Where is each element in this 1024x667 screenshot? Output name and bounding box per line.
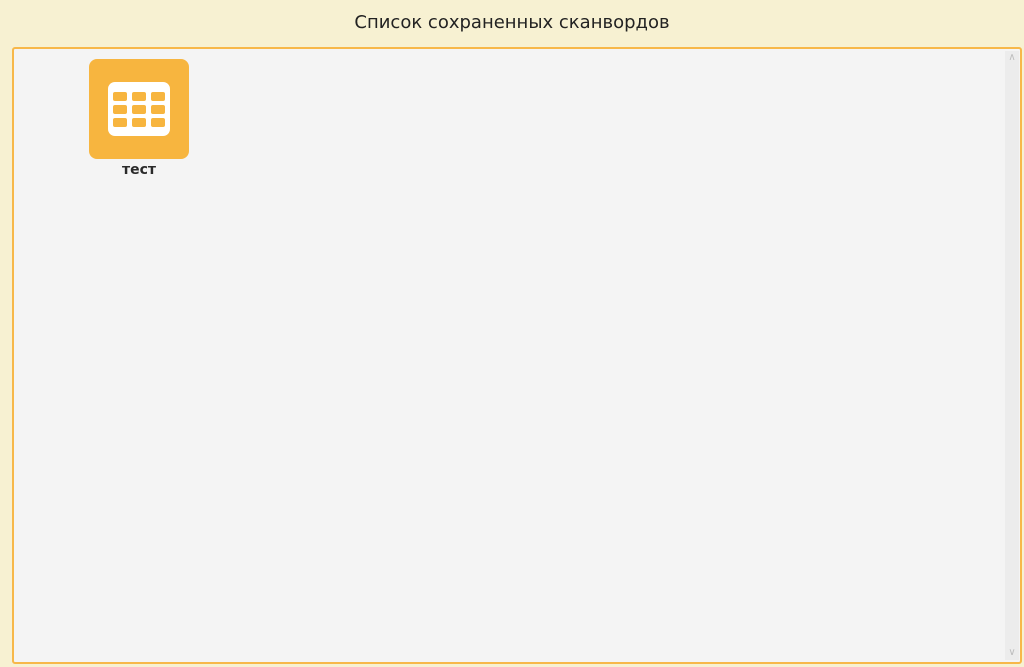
- scanword-tile[interactable]: [89, 59, 189, 159]
- saved-scanwords-list[interactable]: тест ∧ ∨: [12, 47, 1022, 664]
- page-title: Список сохраненных сканвордов: [354, 12, 670, 33]
- app-window: Список сохраненных сканвордов тест ∧ ∨: [0, 0, 1024, 667]
- vertical-scrollbar[interactable]: ∧ ∨: [1005, 51, 1019, 660]
- list-item[interactable]: тест: [88, 59, 190, 178]
- grid-icon: [108, 82, 170, 136]
- item-label: тест: [121, 162, 157, 178]
- scroll-up-icon[interactable]: ∧: [1005, 51, 1019, 65]
- scroll-down-icon[interactable]: ∨: [1005, 646, 1019, 660]
